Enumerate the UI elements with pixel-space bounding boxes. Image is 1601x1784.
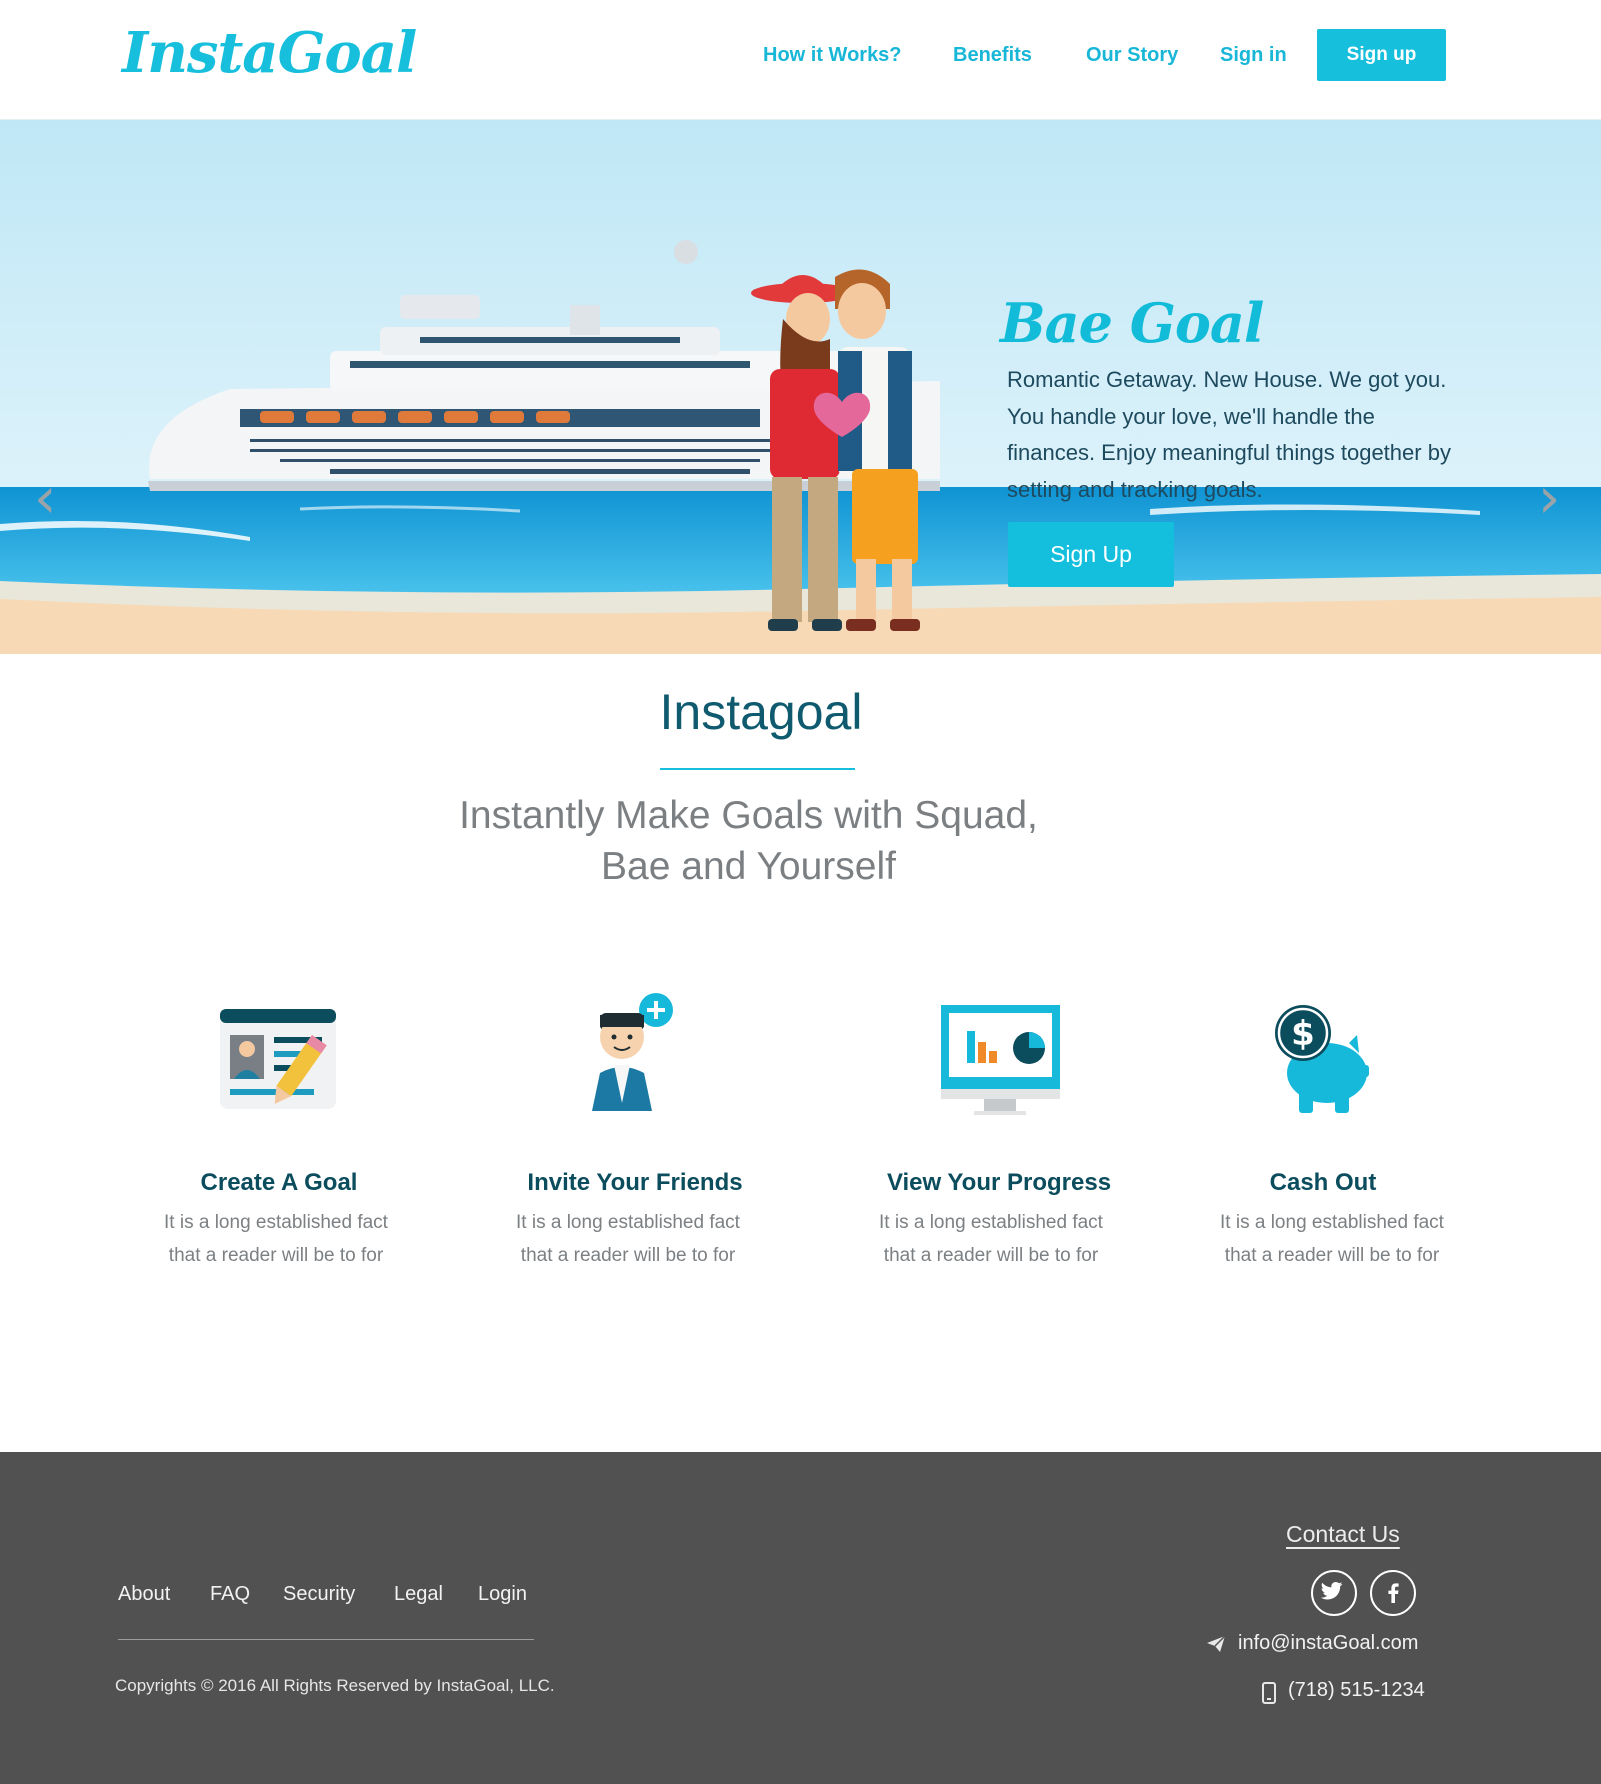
feature-description-line-2: that a reader will be to for (1224, 1245, 1440, 1266)
hero-banner: ‹ › Bae Goal Romantic Getaway. New House… (0, 119, 1601, 654)
footer-divider (118, 1639, 534, 1640)
facebook-icon[interactable] (1370, 1570, 1416, 1616)
contact-email[interactable]: info@instaGoal.com (1238, 1632, 1418, 1655)
feature-description: It is a long established fact that a rea… (116, 1206, 436, 1272)
twitter-icon[interactable] (1311, 1570, 1357, 1616)
subtitle-line-2: Bae and Yourself (601, 845, 896, 888)
feature-description: It is a long established fact that a rea… (1172, 1206, 1492, 1272)
footer-link-legal[interactable]: Legal (394, 1583, 443, 1606)
svg-text:$: $ (1291, 1014, 1315, 1054)
nav-how-it-works[interactable]: How it Works? (763, 44, 902, 67)
feature-title: View Your Progress (886, 1169, 1112, 1196)
feature-description: It is a long established fact that a rea… (468, 1206, 788, 1272)
paper-plane-icon (1207, 1635, 1226, 1652)
feature-description-line-1: It is a long established fact (164, 1212, 388, 1233)
chevron-left-icon[interactable]: ‹ (34, 471, 56, 527)
add-friend-icon (592, 993, 673, 1111)
footer-link-login[interactable]: Login (478, 1583, 527, 1606)
footer-link-about[interactable]: About (118, 1583, 170, 1606)
feature-description-line-1: It is a long established fact (879, 1212, 1103, 1233)
header-signup-button[interactable]: Sign up (1317, 29, 1446, 81)
feature-description: It is a long established fact that a rea… (831, 1206, 1151, 1272)
nav-our-story[interactable]: Our Story (1086, 44, 1178, 67)
feature-title: Invite Your Friends (527, 1169, 743, 1196)
hero-signup-button[interactable]: Sign Up (1008, 522, 1174, 587)
nav-sign-in[interactable]: Sign in (1220, 44, 1287, 67)
goal-card-pencil-icon (220, 1009, 336, 1109)
nav-benefits[interactable]: Benefits (953, 44, 1032, 67)
contact-us-link[interactable]: Contact Us (1286, 1521, 1400, 1548)
piggy-bank-dollar-icon: $ (1275, 1005, 1369, 1113)
feature-description-line-2: that a reader will be to for (883, 1245, 1099, 1266)
progress-monitor-icon (941, 1005, 1060, 1115)
footer-link-security[interactable]: Security (283, 1583, 355, 1606)
feature-title: Create A Goal (200, 1169, 358, 1196)
title-divider (660, 768, 855, 770)
copyright: Copyrights © 2016 All Rights Reserved by… (115, 1676, 555, 1695)
section-subtitle: Instantly Make Goals with Squad, Bae and… (0, 790, 1497, 892)
subtitle-line-1: Instantly Make Goals with Squad, (459, 794, 1038, 837)
section-title: Instagoal (659, 684, 863, 740)
hero-description: Romantic Getaway. New House. We got you.… (1007, 367, 1451, 502)
chevron-right-icon[interactable]: › (1538, 471, 1560, 527)
phone-icon (1262, 1682, 1276, 1704)
feature-description-line-1: It is a long established fact (1220, 1212, 1444, 1233)
footer-link-faq[interactable]: FAQ (210, 1583, 250, 1606)
site-header: InstaGoal How it Works? Benefits Our Sto… (0, 0, 1601, 119)
site-footer: About FAQ Security Legal Login Copyright… (0, 1452, 1601, 1784)
feature-description-line-2: that a reader will be to for (168, 1245, 384, 1266)
contact-phone[interactable]: (718) 515-1234 (1288, 1679, 1425, 1702)
hero-title: Bae Goal (1000, 291, 1264, 355)
logo[interactable]: InstaGoal (122, 20, 417, 86)
feature-title: Cash Out (1269, 1169, 1377, 1196)
feature-description-line-2: that a reader will be to for (520, 1245, 736, 1266)
feature-description-line-1: It is a long established fact (516, 1212, 740, 1233)
